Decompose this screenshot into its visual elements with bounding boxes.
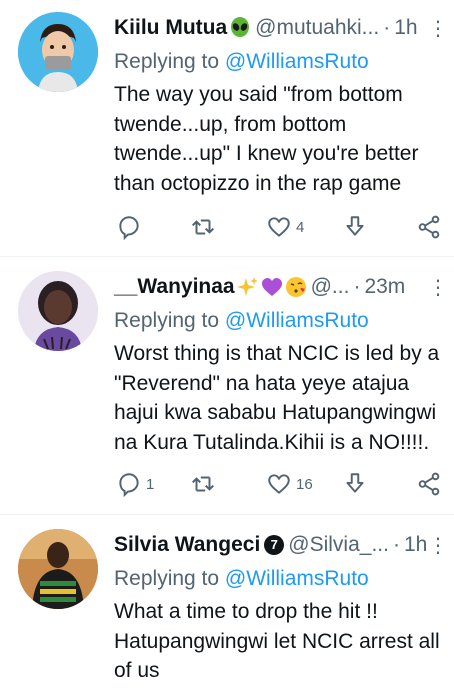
author-handle[interactable]: @Silvia_... <box>288 533 389 557</box>
download-icon <box>346 216 364 236</box>
purple-heart-icon <box>261 278 282 296</box>
replying-to: Replying to @WilliamsRuto <box>114 567 454 591</box>
tweet-2[interactable]: __Wanyinaa @... · 23m ⋮ Replying to @Wil… <box>0 257 454 515</box>
verified-badge: 7 <box>264 535 285 555</box>
share-icon <box>418 215 440 239</box>
retweet-button[interactable] <box>190 214 220 240</box>
separator-dot: · <box>383 16 391 39</box>
more-options-icon[interactable]: ⋮ <box>428 19 448 39</box>
reply-icon <box>119 216 139 240</box>
reply-button[interactable]: 1 <box>116 471 154 497</box>
retweet-button[interactable] <box>190 471 220 497</box>
replying-to-label: Replying to <box>114 567 220 590</box>
replying-to: Replying to @WilliamsRuto <box>114 50 454 74</box>
share-button[interactable] <box>416 214 442 240</box>
tweet-time[interactable]: 1h <box>404 533 427 557</box>
tweet-time[interactable]: 23m <box>364 275 405 299</box>
kiss-face-icon <box>285 277 306 297</box>
sparkles-icon <box>236 277 258 296</box>
heart-icon <box>268 474 290 494</box>
reply-button[interactable] <box>116 214 146 240</box>
replying-to-link[interactable]: @WilliamsRuto <box>225 309 369 332</box>
like-count: 4 <box>296 218 305 236</box>
tweet-time[interactable]: 1h <box>394 16 417 40</box>
avatar[interactable] <box>18 271 98 351</box>
tweet-header: Kiilu Mutua @mutuahki... · 1h <box>114 14 454 42</box>
like-button[interactable]: 16 <box>266 471 313 497</box>
more-options-icon[interactable]: ⋮ <box>428 278 448 298</box>
tweet-text: The way you said "from bottom twende...u… <box>114 83 419 195</box>
tweet-1[interactable]: Kiilu Mutua @mutuahki... · 1h ⋮ Replying… <box>0 0 454 257</box>
tweet-header: Silvia Wangeci 7 @Silvia_... · 1h <box>114 531 454 559</box>
author-handle[interactable]: @... <box>311 275 350 299</box>
tweet-text: What a time to drop the hit !! Hatupangw… <box>114 600 440 682</box>
separator-dot: · <box>353 275 361 298</box>
tweet-actions: 1 16 <box>114 471 454 499</box>
author-name[interactable]: Kiilu Mutua <box>114 16 227 40</box>
avatar[interactable] <box>18 12 98 92</box>
replying-to-label: Replying to <box>114 309 220 332</box>
retweet-icon <box>192 476 214 492</box>
replying-to-link[interactable]: @WilliamsRuto <box>225 50 369 73</box>
tweet-text: Worst thing is that NCIC is led by a "Re… <box>114 342 440 454</box>
replying-to-label: Replying to <box>114 50 220 73</box>
heart-icon <box>268 217 290 237</box>
reply-icon <box>119 473 139 497</box>
separator-dot: · <box>392 533 400 556</box>
author-handle[interactable]: @mutuahki... <box>255 16 379 40</box>
like-count: 16 <box>296 475 313 493</box>
tweet-header: __Wanyinaa @... · 23m <box>114 273 454 301</box>
download-icon <box>346 473 364 493</box>
replying-to-link[interactable]: @WilliamsRuto <box>225 567 369 590</box>
reply-count: 1 <box>146 475 155 493</box>
download-button[interactable] <box>342 471 368 497</box>
avatar[interactable] <box>18 529 98 609</box>
download-button[interactable] <box>342 214 368 240</box>
alien-emoji-icon <box>231 17 250 37</box>
tweet-3[interactable]: Silvia Wangeci 7 @Silvia_... · 1h ⋮ Repl… <box>0 515 454 692</box>
replying-to: Replying to @WilliamsRuto <box>114 309 454 333</box>
tweet-actions: 4 <box>114 214 454 242</box>
share-button[interactable] <box>416 471 442 497</box>
like-button[interactable]: 4 <box>266 214 304 240</box>
author-name[interactable]: Silvia Wangeci <box>114 533 260 557</box>
share-icon <box>418 472 440 496</box>
more-options-icon[interactable]: ⋮ <box>428 536 448 556</box>
retweet-icon <box>192 219 214 235</box>
author-name[interactable]: __Wanyinaa <box>114 275 235 299</box>
